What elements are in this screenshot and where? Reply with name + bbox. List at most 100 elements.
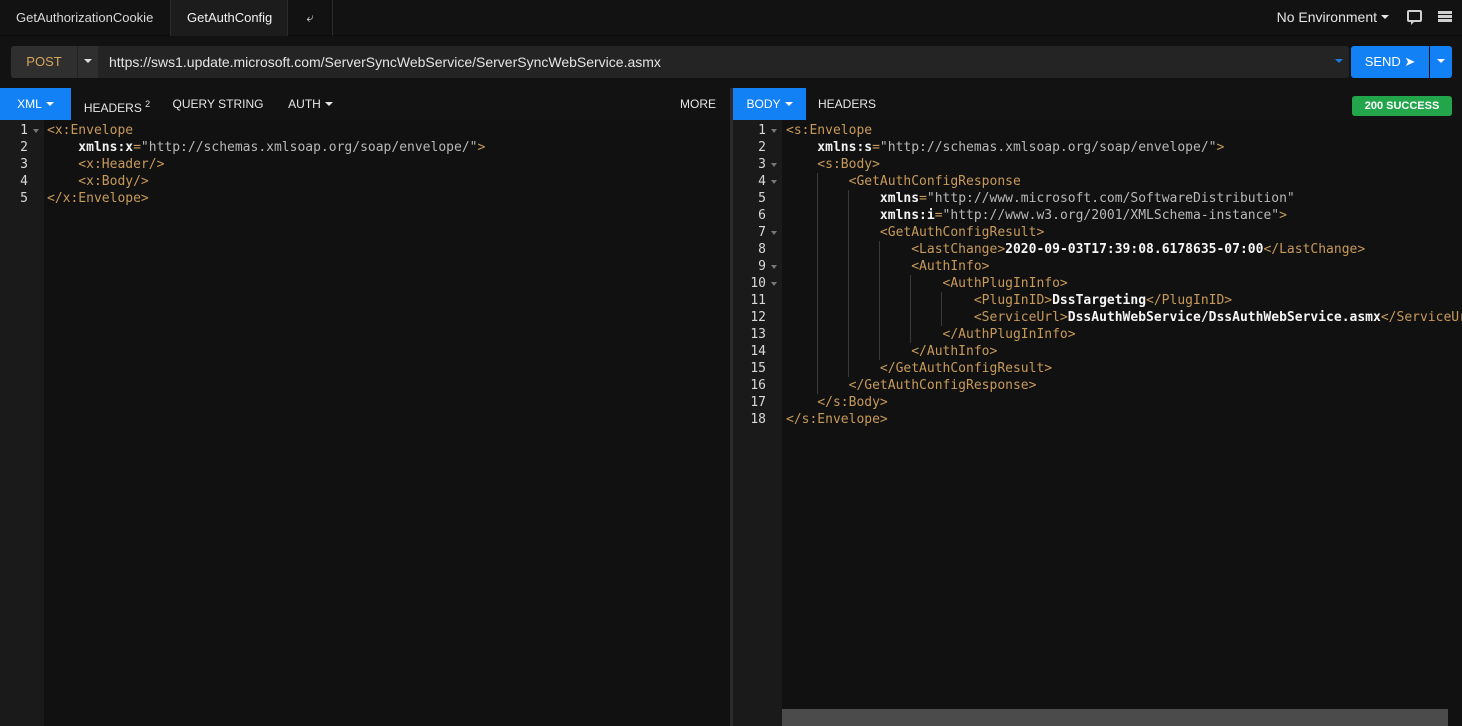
response-pane: BODY HEADERS 200 SUCCESS 1 <s:Envelope 2 x… — [733, 88, 1462, 726]
code-line: </s:Body> — [786, 394, 888, 411]
request-pane: XML HEADERS 2 QUERY STRING AUTH MORE 1 <x… — [0, 88, 730, 726]
tab-xml-label: XML — [17, 97, 42, 111]
fold-toggle-icon[interactable] — [771, 180, 777, 184]
tab-auth[interactable]: AUTH — [273, 88, 348, 120]
code-token: </s:Body> — [786, 395, 888, 410]
code-token: <ServiceUrl> — [786, 310, 1068, 325]
chat-icon[interactable] — [1407, 10, 1422, 25]
fold-toggle-icon[interactable] — [771, 129, 777, 133]
code-token: <GetAuthConfigResult> — [786, 225, 1045, 240]
code-line: xmlns:i="http://www.w3.org/2001/XMLSchem… — [786, 207, 1287, 224]
method-select[interactable]: POST — [11, 46, 77, 78]
hamburger-menu-icon[interactable] — [1438, 11, 1452, 22]
code-token: </AuthPlugInInfo> — [786, 327, 1076, 342]
request-body-editor[interactable]: 1 <x:Envelope 2 xmlns:x="http://schemas.xm… — [0, 120, 730, 726]
code-line: </GetAuthConfigResult> — [786, 360, 1052, 377]
code-token: </GetAuthConfigResponse> — [786, 378, 1037, 393]
code-token: <x:Body/> — [47, 174, 149, 189]
indent-guide — [879, 241, 880, 360]
tab-more[interactable]: MORE — [668, 88, 728, 120]
code-token: <x:Header/> — [47, 157, 165, 172]
environment-selector[interactable]: No Environment — [1277, 0, 1389, 36]
tab-get-auth-config[interactable]: GetAuthConfig — [171, 0, 288, 36]
chevron-down-icon — [84, 58, 92, 63]
code-token: </PlugInID> — [1146, 293, 1233, 308]
code-token: <LastChange> — [786, 242, 1006, 257]
code-token: <s:Envelope — [786, 123, 873, 138]
code-token: <s:Body> — [786, 157, 880, 172]
code-token: > — [1279, 208, 1287, 223]
code-line: <LastChange>2020-09-03T17:39:08.6178635-… — [786, 241, 1365, 258]
request-bar: POST https://sws1.update.microsoft.com/S… — [0, 36, 1462, 88]
tab-headers-label: HEADERS — [83, 101, 142, 115]
url-input[interactable]: https://sws1.update.microsoft.com/Server… — [109, 46, 661, 78]
line-number: 12 — [750, 310, 766, 325]
method-dropdown-button[interactable] — [78, 46, 98, 78]
chevron-down-icon — [1335, 58, 1343, 63]
code-token: DssAuthWebService/DssAuthWebService.asmx — [1067, 310, 1381, 325]
code-token: "http://schemas.xmlsoap.org/soap/envelop… — [140, 140, 478, 155]
code-line: </s:Envelope> — [786, 411, 888, 428]
line-number: 6 — [758, 208, 766, 223]
line-number: 17 — [750, 395, 766, 410]
line-number: 16 — [750, 378, 766, 393]
horizontal-scrollbar[interactable] — [782, 709, 1448, 726]
url-history-button[interactable] — [1335, 46, 1343, 78]
send-options-button[interactable] — [1430, 46, 1452, 78]
chevron-down-icon — [1381, 15, 1389, 20]
code-token: <AuthPlugInInfo> — [786, 276, 1068, 291]
code-line: </AuthPlugInInfo> — [786, 326, 1076, 343]
new-request-tab-button[interactable]: ⤶ — [288, 0, 333, 36]
code-token: xmlns:s — [786, 140, 873, 155]
chevron-down-icon — [784, 101, 793, 106]
code-token: </GetAuthConfigResult> — [786, 361, 1053, 376]
code-token: xmlns:x — [47, 140, 134, 155]
line-number: 4 — [758, 174, 766, 189]
tab-get-authorization-cookie[interactable]: GetAuthorizationCookie — [0, 0, 171, 36]
tab-response-headers[interactable]: HEADERS — [806, 88, 888, 120]
code-line: xmlns:s="http://schemas.xmlsoap.org/soap… — [786, 139, 1224, 156]
code-token: = — [872, 140, 880, 155]
indent-guide — [941, 292, 942, 326]
response-body-viewer[interactable]: 1 <s:Envelope 2 xmlns:s="http://schemas.xm… — [733, 120, 1462, 726]
fold-toggle-icon[interactable] — [771, 163, 777, 167]
fold-toggle-icon[interactable] — [771, 265, 777, 269]
chevron-down-icon — [324, 101, 333, 106]
line-number: 1 — [758, 123, 766, 138]
code-line: <GetAuthConfigResult> — [786, 224, 1044, 241]
line-number: 3 — [758, 157, 766, 172]
tab-headers[interactable]: HEADERS 2 — [71, 88, 163, 120]
code-token: = — [934, 208, 943, 223]
code-token: xmlns — [786, 191, 920, 206]
fold-toggle-icon[interactable] — [771, 282, 777, 286]
line-number: 15 — [750, 361, 766, 376]
code-line: <x:Body/> — [47, 173, 149, 190]
code-line: xmlns:x="http://schemas.xmlsoap.org/soap… — [47, 139, 485, 156]
indent-guide — [848, 190, 849, 377]
code-line: <PlugInID>DssTargeting</PlugInID> — [786, 292, 1232, 309]
code-line: <x:Envelope — [47, 122, 133, 139]
code-token: </LastChange> — [1263, 242, 1366, 257]
code-token: <PlugInID> — [786, 293, 1053, 308]
request-tabs: XML HEADERS 2 QUERY STRING AUTH MORE — [0, 88, 730, 120]
url-box: POST https://sws1.update.microsoft.com/S… — [11, 46, 1349, 78]
code-token: "http://www.w3.org/2001/XMLSchema-instan… — [942, 208, 1280, 223]
code-line: <GetAuthConfigResponse — [786, 173, 1021, 190]
fold-toggle-icon[interactable] — [771, 231, 777, 235]
code-token: "http://www.microsoft.com/SoftwareDistri… — [926, 191, 1295, 206]
tab-xml[interactable]: XML — [0, 88, 71, 120]
line-number: 5 — [20, 191, 28, 206]
code-token: <x:Envelope — [47, 123, 134, 138]
tab-body[interactable]: BODY — [733, 88, 806, 120]
status-badge: 200 SUCCESS — [1352, 96, 1452, 116]
code-line: xmlns="http://www.microsoft.com/Software… — [786, 190, 1295, 207]
tab-query-string[interactable]: QUERY STRING — [163, 88, 273, 120]
code-token: </x:Envelope> — [47, 191, 149, 206]
line-number: 14 — [750, 344, 766, 359]
line-number-gutter — [0, 120, 44, 726]
top-tab-bar: GetAuthorizationCookie GetAuthConfig ⤶ N… — [0, 0, 1462, 36]
code-token: = — [919, 191, 927, 206]
send-button[interactable]: SEND ➤ — [1351, 46, 1429, 78]
code-token: > — [477, 140, 486, 155]
fold-toggle-icon[interactable] — [33, 129, 39, 133]
